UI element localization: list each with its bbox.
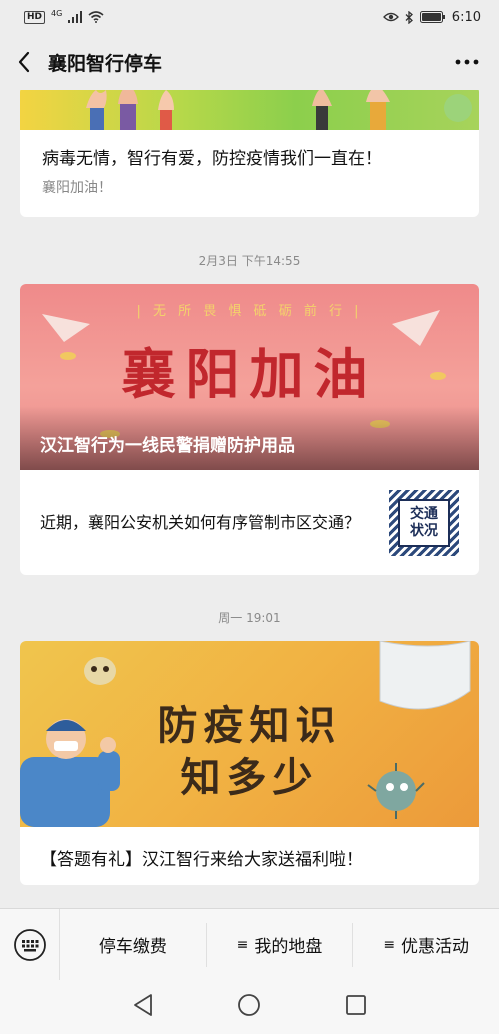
keyboard-icon [13,928,46,961]
banner-line-1: 防疫知识 [157,703,342,749]
status-bar: HD 4G 6:10 [0,0,499,34]
article-card-3[interactable]: 防疫知识 知多少 【答题有礼】汉江智行来给大家送福利啦！ [20,641,479,885]
nav-home-button[interactable] [237,993,261,1021]
network-type: 4G [51,8,63,18]
thumbnail-text: 交通 状况 [398,498,450,547]
article-3-row[interactable]: 近期，襄阳公安机关如何有序管制市区交通？ 交通 状况 [20,470,479,575]
menu-promotions[interactable]: ≡ 优惠活动 [353,923,499,967]
more-button[interactable] [451,46,483,78]
eye-icon [382,12,399,22]
timestamp-2: 周一 19:01 [218,611,281,625]
square-recent-icon [346,995,367,1015]
clock: 6:10 [451,9,481,25]
article-1-subtitle: 襄阳加油！ [42,180,112,196]
menu-parking-payment[interactable]: 停车缴费 [60,922,207,967]
nav-back-button[interactable] [132,993,154,1021]
banner-headline: 襄阳加油 [121,342,378,406]
timestamp-1: 2月3日 下午14:55 [198,254,301,268]
article-3-thumbnail: 交通 状况 [389,489,459,556]
submenu-icon: ≡ [383,936,396,953]
banner-line-2: 知多少 [180,755,319,801]
hd-badge: HD [24,10,46,24]
chevron-left-icon [18,51,30,73]
status-left: HD 4G [24,8,104,24]
submenu-icon: ≡ [236,936,249,953]
signal-icon [68,11,83,23]
bottom-menu-bar: 停车缴费 ≡ 我的地盘 ≡ 优惠活动 [0,908,499,981]
article-2-banner[interactable]: | 无 所 畏 惧 砥 砺 前 行 | 襄阳加油 汉江智行为一线民警捐赠防护用品 [20,284,479,470]
nav-bar: 襄阳智行停车 [0,34,499,90]
article-card-2[interactable]: | 无 所 畏 惧 砥 砺 前 行 | 襄阳加油 汉江智行为一线民警捐赠防护用品… [20,284,479,575]
article-1-title: 病毒无情，智行有爱，防控疫情我们一直在！ [42,149,382,169]
status-right: 6:10 [382,9,481,25]
triangle-back-icon [133,994,152,1016]
article-card-1[interactable]: 病毒无情，智行有爱，防控疫情我们一直在！ 襄阳加油！ [20,90,479,217]
article-3-title: 近期，襄阳公安机关如何有序管制市区交通？ [40,512,361,532]
more-dots-icon [455,59,479,65]
article-1-image [20,90,479,130]
wifi-icon [88,11,104,23]
menu-my-territory[interactable]: ≡ 我的地盘 [207,922,354,967]
thumb-line-2: 状况 [410,522,438,539]
menu-label: 停车缴费 [98,937,167,957]
article-2-title: 汉江智行为一线民警捐赠防护用品 [40,436,295,456]
bluetooth-icon [405,10,413,24]
thumb-line-1: 交通 [410,505,438,522]
system-nav-bar [0,980,499,1034]
article-4-banner[interactable]: 防疫知识 知多少 [20,641,479,827]
nav-recent-button[interactable] [345,994,367,1020]
page-title: 襄阳智行停车 [48,52,163,75]
keyboard-toggle-button[interactable] [0,908,60,981]
banner-slogan: | 无 所 畏 惧 砥 砺 前 行 | [136,304,363,319]
article-4-title: 【答题有礼】汉江智行来给大家送福利啦！ [40,850,363,870]
back-button[interactable] [0,34,48,90]
battery-icon [419,11,445,23]
menu-label: 我的地盘 [254,937,323,957]
message-feed[interactable]: 病毒无情，智行有爱，防控疫情我们一直在！ 襄阳加油！ 2月3日 下午14:55 … [0,90,499,908]
circle-home-icon [238,994,261,1016]
hands-illustration [86,90,472,130]
menu-label: 优惠活动 [401,937,470,957]
